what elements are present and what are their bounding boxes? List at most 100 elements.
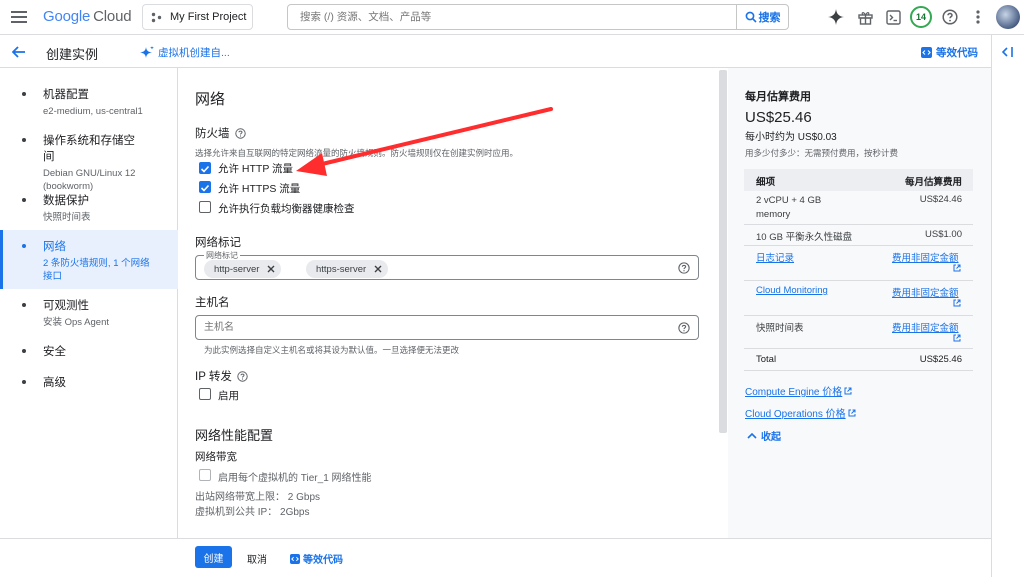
nav-item-advanced[interactable]: 高级 (0, 374, 178, 394)
nav-item-security[interactable]: 安全 (0, 343, 178, 363)
search-button-label: 搜索 (758, 12, 781, 24)
nav-subtitle: 安装 Ops Agent (43, 317, 110, 328)
nav-bullet (22, 349, 26, 353)
equivalent-code-label: 等效代码 (303, 555, 343, 566)
avatar[interactable] (996, 5, 1020, 29)
nav-item-os-storage[interactable]: 操作系统和存储空间 Debian GNU/Linux 12 (bookworm) (0, 132, 178, 192)
compute-engine-pricing-link[interactable]: Compute Engine 价格 (745, 383, 852, 398)
cloud-operations-pricing-link[interactable]: Cloud Operations 价格 (745, 405, 856, 420)
right-side-rail (991, 35, 1024, 577)
top-app-bar: GoogleCloud My First Project 搜索 14 (0, 0, 1024, 35)
help-circle-icon[interactable] (678, 322, 690, 334)
cost-row-value: US$1.00 (925, 229, 962, 240)
hamburger-menu-icon[interactable] (10, 8, 28, 26)
project-name: My First Project (170, 11, 247, 23)
create-button[interactable]: 创建 (195, 546, 232, 568)
assistant-link[interactable]: 虚拟机创建自... (140, 45, 230, 60)
logging-link[interactable]: 日志记录 (756, 250, 794, 264)
network-section: 网络 防火墙 选择允许来自互联网的特定网络流量的防火墙规则。防火墙规则仅在创建实… (178, 68, 728, 538)
cloud-monitoring-link[interactable]: Cloud Monitoring (756, 285, 828, 296)
ip-forwarding-title: IP 转发 (195, 371, 232, 383)
brand-google: Google (43, 8, 91, 25)
nav-subtitle: 2 条防火墙规则, 1 个网络接口 (43, 258, 150, 282)
help-circle-icon[interactable] (234, 127, 246, 139)
nav-title: 操作系统和存储空间 (43, 135, 135, 163)
search-bar: 搜索 (287, 4, 789, 30)
lb-health-check-checkbox[interactable] (199, 201, 211, 213)
project-picker[interactable]: My First Project (142, 4, 253, 30)
nav-item-networking[interactable]: 网络 2 条防火墙规则, 1 个网络接口 (0, 230, 178, 289)
footer-action-bar (0, 538, 991, 577)
content-scrollbar[interactable] (719, 70, 727, 433)
cost-total-value: US$25.46 (919, 354, 962, 365)
cost-row-item: 10 GB 平衡永久性磁盘 (756, 232, 853, 243)
https-traffic-checkbox[interactable] (199, 181, 211, 193)
network-tags-field[interactable]: 网络标记 http-server https-server (195, 250, 699, 280)
code-icon (921, 47, 932, 58)
cost-row-item: 2 vCPU + 4 GB memory (756, 195, 822, 220)
tag-chip-http-server: http-server (204, 260, 282, 278)
row-divider (744, 315, 973, 316)
collapse-label: 收起 (761, 432, 781, 443)
cost-hourly: 每小时约为 US$0.03 (745, 132, 837, 143)
nav-title: 高级 (43, 377, 66, 389)
page-title: 创建实例 (46, 47, 99, 62)
nav-item-machine-config[interactable]: 机器配置 e2-medium, us-central1 (0, 86, 178, 122)
checkmark-icon (200, 184, 210, 192)
egress-limit: 出站网络带宽上限： 2 Gbps (195, 492, 321, 503)
nav-bullet (22, 244, 26, 248)
nav-bullet (22, 198, 26, 202)
back-arrow-icon[interactable] (10, 43, 28, 61)
tag-chip-https-server: https-server (306, 260, 389, 278)
public-ip-bandwidth: 虚拟机到公共 IP： 2Gbps (195, 507, 310, 518)
cost-row-item: 快照时间表 (756, 323, 804, 334)
project-hierarchy-icon (151, 12, 162, 22)
help-circle-icon[interactable] (237, 370, 248, 382)
cloud-shell-terminal-icon[interactable] (883, 7, 903, 27)
nav-bullet (22, 380, 26, 384)
collapse-button[interactable]: 收起 (747, 428, 781, 443)
equivalent-code-label: 等效代码 (936, 47, 978, 59)
nav-item-observability[interactable]: 可观测性 安装 Ops Agent (0, 297, 178, 331)
gift-icon[interactable] (855, 7, 875, 27)
google-cloud-logo[interactable]: Google Cloud (43, 8, 132, 25)
nav-item-data-protection[interactable]: 数据保护 快照时间表 (0, 192, 178, 226)
tier1-label: 启用每个虚拟机的 Tier_1 网络性能 (218, 473, 372, 484)
equivalent-code-footer-button[interactable]: 等效代码 (290, 551, 343, 566)
chip-remove-icon[interactable] (374, 265, 382, 273)
cost-amount: US$25.46 (745, 109, 812, 126)
cost-header-item: 细项 (756, 177, 776, 188)
network-perf-heading: 网络性能配置 (195, 428, 274, 443)
external-link-icon (844, 387, 852, 394)
notifications-count-badge[interactable]: 14 (910, 6, 932, 28)
collapse-panel-icon[interactable] (998, 45, 1018, 59)
logging-pricing-link[interactable]: 费用非固定金额 (892, 250, 959, 264)
help-icon[interactable] (940, 7, 960, 27)
equivalent-code-header-button[interactable]: 等效代码 (921, 45, 978, 60)
nav-title: 安全 (43, 346, 66, 358)
help-circle-icon[interactable] (678, 262, 690, 274)
http-traffic-checkbox[interactable] (199, 162, 211, 174)
tier1-checkbox[interactable] (199, 469, 211, 481)
cost-total-label: Total (756, 354, 777, 365)
hostname-input[interactable] (196, 316, 666, 339)
external-link-icon (953, 334, 961, 342)
section-nav: 机器配置 e2-medium, us-central1 操作系统和存储空间 De… (0, 68, 178, 538)
nav-title: 数据保护 (43, 195, 89, 207)
more-options-icon[interactable] (968, 7, 988, 27)
nav-subtitle: Debian GNU/Linux 12 (bookworm) (43, 168, 136, 192)
chip-label: https-server (316, 263, 367, 275)
row-divider (744, 348, 973, 349)
search-icon (745, 11, 757, 23)
cancel-button[interactable]: 取消 (247, 551, 267, 566)
hostname-title: 主机名 (195, 297, 230, 309)
firewall-description: 选择允许来自互联网的特定网络流量的防火墙规则。防火墙规则仅在创建实例时应用。 (195, 148, 519, 158)
search-button[interactable]: 搜索 (736, 5, 788, 29)
ip-forwarding-checkbox[interactable] (199, 388, 211, 400)
gemini-sparkle-icon[interactable] (826, 7, 846, 27)
monitoring-pricing-link[interactable]: 费用非固定金额 (892, 285, 959, 299)
search-input[interactable] (288, 11, 736, 23)
snapshot-pricing-link[interactable]: 费用非固定金额 (892, 320, 959, 334)
ip-forwarding-label: 启用 (218, 390, 239, 402)
chip-remove-icon[interactable] (267, 265, 275, 273)
